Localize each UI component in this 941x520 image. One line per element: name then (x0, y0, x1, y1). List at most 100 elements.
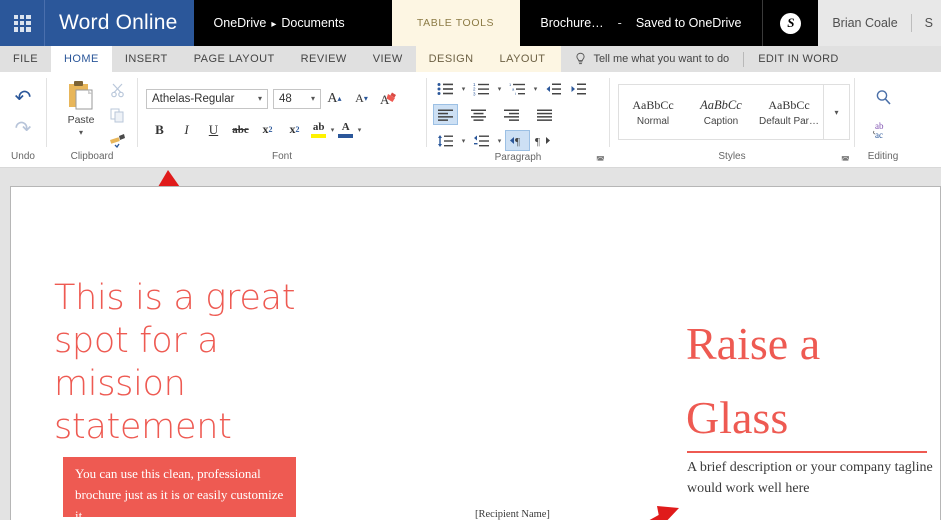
group-undo: ↶ ↷ Undo (0, 72, 46, 167)
document-title-bar: Brochure… - Saved to OneDrive (519, 0, 763, 46)
tell-me-placeholder: Tell me what you want to do (593, 53, 730, 65)
ribbon-tab-strip: FILE HOME INSERT PAGE LAYOUT REVIEW VIEW… (0, 46, 941, 72)
paste-button[interactable]: Paste ▾ (57, 79, 105, 137)
format-painter-brush-icon[interactable] (107, 132, 127, 150)
left-to-right-text-icon[interactable]: ¶ (505, 130, 530, 151)
tab-design[interactable]: DESIGN (415, 46, 487, 72)
app-launcher-button[interactable] (0, 0, 44, 46)
top-bar: Word Online OneDrive ▸ Documents TABLE TOO… (0, 0, 941, 46)
document-tagline[interactable]: A brief description or your company tagl… (687, 457, 935, 499)
tab-page-layout[interactable]: PAGE LAYOUT (181, 46, 288, 72)
paragraph-dialog-launcher[interactable]: ◚ (596, 156, 605, 165)
multilevel-list-icon[interactable]: 1 a i (505, 78, 530, 99)
tab-insert[interactable]: INSERT (112, 46, 181, 72)
align-left-icon[interactable] (433, 104, 458, 125)
tell-me-search[interactable]: Tell me what you want to do (561, 46, 741, 72)
align-center-icon[interactable] (466, 104, 491, 125)
mission-callout-box[interactable]: You can use this clean, professional bro… (63, 457, 296, 520)
share-button-partial[interactable]: S (925, 16, 933, 30)
document-canvas: This is a great spot for a mission state… (0, 168, 941, 520)
line-spacing-icon[interactable] (433, 130, 458, 151)
underline-icon[interactable]: U (200, 119, 227, 141)
style-caption[interactable]: AaBbCc Caption (687, 85, 755, 139)
breadcrumb-documents[interactable]: Documents (281, 16, 344, 30)
align-right-icon[interactable] (499, 104, 524, 125)
contextual-tools-banner: TABLE TOOLS (391, 0, 520, 46)
group-label-font: Font (271, 151, 292, 162)
brand-home-link[interactable]: Word Online (44, 0, 194, 46)
numbered-list-icon[interactable]: 1 2 3 (469, 78, 494, 99)
redo-arrow-icon[interactable]: ↷ (15, 119, 32, 139)
recipient-block[interactable]: [Recipient Name] [Address] [City, ST ZIP… (475, 508, 560, 520)
italic-icon[interactable]: I (173, 119, 200, 141)
paragraph-spacing-caret-icon[interactable]: ▾ (494, 137, 505, 145)
copy-pages-icon[interactable] (107, 107, 127, 125)
group-editing: ab ac Editing (855, 72, 911, 167)
right-to-left-text-icon[interactable]: ¶ (530, 130, 555, 151)
scissors-cut-icon[interactable] (107, 82, 127, 100)
breadcrumb-onedrive[interactable]: OneDrive (214, 16, 267, 30)
user-area: Brian Coale S (818, 0, 941, 46)
strikethrough-icon[interactable]: abc (227, 119, 254, 141)
user-divider (910, 14, 912, 32)
bold-icon[interactable]: B (146, 119, 173, 141)
user-name[interactable]: Brian Coale (832, 16, 897, 30)
style-name: Normal (636, 115, 670, 127)
style-name: Caption (703, 115, 739, 127)
group-paragraph: ▾ 1 2 3 ▾ 1 a i ▾ ▾ ▾ ¶ ¶ Paragraph ◚ (427, 72, 609, 167)
styles-dialog-launcher[interactable]: ◚ (841, 156, 850, 165)
find-magnifier-icon[interactable] (875, 89, 892, 106)
multilevel-list-caret-icon[interactable]: ▾ (530, 85, 541, 93)
breadcrumb-separator-icon: ▸ (271, 19, 277, 30)
style-preview: AaBbCc (768, 97, 810, 112)
group-label-styles: Styles (718, 151, 746, 162)
group-font: Athelas-Regular ▾ 48 ▾ A ▴ A ▾ A B I U a… (138, 72, 426, 167)
increase-indent-icon[interactable] (566, 78, 591, 99)
tab-layout[interactable]: LAYOUT (486, 46, 562, 72)
paragraph-spacing-icon[interactable] (469, 130, 494, 151)
paste-clipboard-icon (64, 79, 98, 113)
bullet-list-caret-icon[interactable]: ▾ (458, 85, 469, 93)
font-color-icon[interactable]: A ▾ (335, 119, 362, 141)
justify-icon[interactable] (532, 104, 557, 125)
shrink-font-icon[interactable]: A ▾ (348, 88, 375, 110)
highlight-caret-icon[interactable]: ▾ (331, 126, 335, 134)
skype-button[interactable]: S (762, 0, 819, 46)
ribbon: ↶ ↷ Undo Paste ▾ Clipboard Athelas-Regul… (0, 72, 941, 228)
line-spacing-caret-icon[interactable]: ▾ (458, 137, 469, 145)
tab-file[interactable]: FILE (0, 46, 51, 72)
mission-statement-heading[interactable]: This is a great spot for a mission state… (54, 277, 304, 449)
group-styles: AaBbCc Normal AaBbCc Caption AaBbCc Defa… (610, 72, 854, 167)
edit-in-word-button[interactable]: EDIT IN WORD (746, 46, 850, 72)
recipient-name-line: [Recipient Name] (475, 509, 550, 520)
numbered-list-caret-icon[interactable]: ▾ (494, 85, 505, 93)
title-dash: - (617, 16, 622, 30)
document-name[interactable]: Brochure… (540, 16, 603, 30)
text-highlight-color-icon[interactable]: ab ▾ (308, 119, 335, 141)
bullet-list-icon[interactable] (433, 78, 458, 99)
decrease-indent-icon[interactable] (541, 78, 566, 99)
superscript-icon[interactable]: x2 (281, 119, 308, 141)
font-size-combo[interactable]: 48 ▾ (273, 88, 321, 109)
font-color-caret-icon[interactable]: ▾ (358, 126, 362, 134)
font-name-caret-icon: ▾ (257, 94, 262, 103)
grow-font-icon[interactable]: A ▴ (321, 88, 348, 110)
style-normal[interactable]: AaBbCc Normal (619, 85, 687, 139)
subscript-icon[interactable]: x2 (254, 119, 281, 141)
tab-view[interactable]: VIEW (360, 46, 416, 72)
app-title: Word Online (59, 11, 178, 34)
group-label-undo: Undo (11, 151, 35, 162)
undo-arrow-icon[interactable]: ↶ (15, 88, 32, 108)
tab-review[interactable]: REVIEW (288, 46, 360, 72)
styles-more-caret-icon[interactable]: ▾ (823, 85, 849, 139)
style-default-paragraph[interactable]: AaBbCc Default Par… (755, 85, 823, 139)
font-name-combo[interactable]: Athelas-Regular ▾ (146, 88, 268, 109)
replace-ab-ac-icon[interactable]: ab ac (872, 120, 894, 139)
document-title[interactable]: Raise a Glass (686, 307, 931, 455)
title-divider-rule (687, 451, 927, 453)
clear-formatting-icon[interactable]: A (375, 88, 402, 110)
font-size-caret-icon: ▾ (310, 94, 315, 103)
document-page[interactable]: This is a great spot for a mission state… (10, 186, 941, 520)
tab-home[interactable]: HOME (51, 46, 112, 72)
paste-dropdown-caret-icon[interactable]: ▾ (79, 128, 83, 137)
